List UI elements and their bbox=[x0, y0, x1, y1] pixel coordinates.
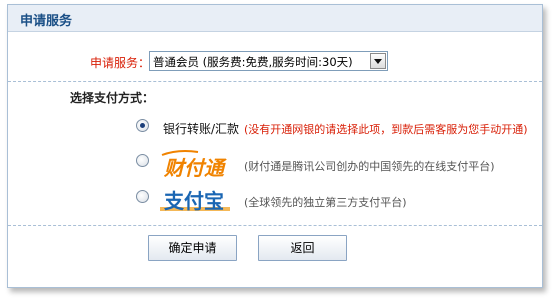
alipay-logo-text: 支付宝 bbox=[164, 189, 224, 213]
bank-transfer-label: 银行转账/汇款 bbox=[163, 122, 240, 136]
radio-tenpay[interactable] bbox=[136, 154, 149, 167]
divider bbox=[8, 81, 542, 82]
payment-option-bank: 银行转账/汇款 (没有开通网银的请选择此项，到款后需客服为您手动开通) bbox=[8, 109, 542, 149]
divider-bottom bbox=[8, 225, 542, 226]
service-select[interactable]: 普通会员 (服务费:免费,服务时间:30天) bbox=[149, 51, 388, 71]
back-button[interactable]: 返回 bbox=[258, 235, 347, 261]
radio-alipay[interactable] bbox=[136, 190, 149, 203]
alipay-logo: 支付宝 bbox=[158, 183, 238, 217]
tenpay-desc: (财付通是腾讯公司创办的中国领先的在线支付平台) bbox=[244, 160, 495, 173]
alipay-desc: (全球领先的独立第三方支付平台) bbox=[244, 196, 407, 209]
chevron-down-icon[interactable] bbox=[370, 53, 386, 69]
panel-header: 申请服务 bbox=[8, 5, 542, 32]
alipay-logo-icon: 支付宝 bbox=[160, 189, 230, 213]
payment-option-tenpay: 财付通 (财付通是腾讯公司创办的中国领先的在线支付平台) bbox=[8, 145, 542, 185]
confirm-apply-button[interactable]: 确定申请 bbox=[148, 235, 237, 261]
tenpay-logo-text: 财付通 bbox=[163, 156, 227, 180]
tenpay-logo: 财付通 bbox=[158, 147, 238, 181]
bank-transfer-desc: (没有开通网银的请选择此项，到款后需客服为您手动开通) bbox=[244, 123, 528, 136]
service-row: 申请服务： 普通会员 (服务费:免费,服务时间:30天) bbox=[8, 51, 542, 73]
service-label: 申请服务： bbox=[90, 56, 151, 70]
service-select-value: 普通会员 (服务费:免费,服务时间:30天) bbox=[153, 55, 353, 69]
apply-service-panel: 申请服务 申请服务： 普通会员 (服务费:免费,服务时间:30天) 选择支付方式… bbox=[7, 4, 543, 288]
panel-title: 申请服务 bbox=[20, 14, 73, 29]
radio-bank-transfer[interactable] bbox=[136, 119, 149, 132]
tenpay-logo-icon: 财付通 bbox=[161, 150, 227, 180]
payment-option-alipay: 支付宝 (全球领先的独立第三方支付平台) bbox=[8, 181, 542, 221]
payment-method-label: 选择支付方式： bbox=[70, 91, 155, 105]
